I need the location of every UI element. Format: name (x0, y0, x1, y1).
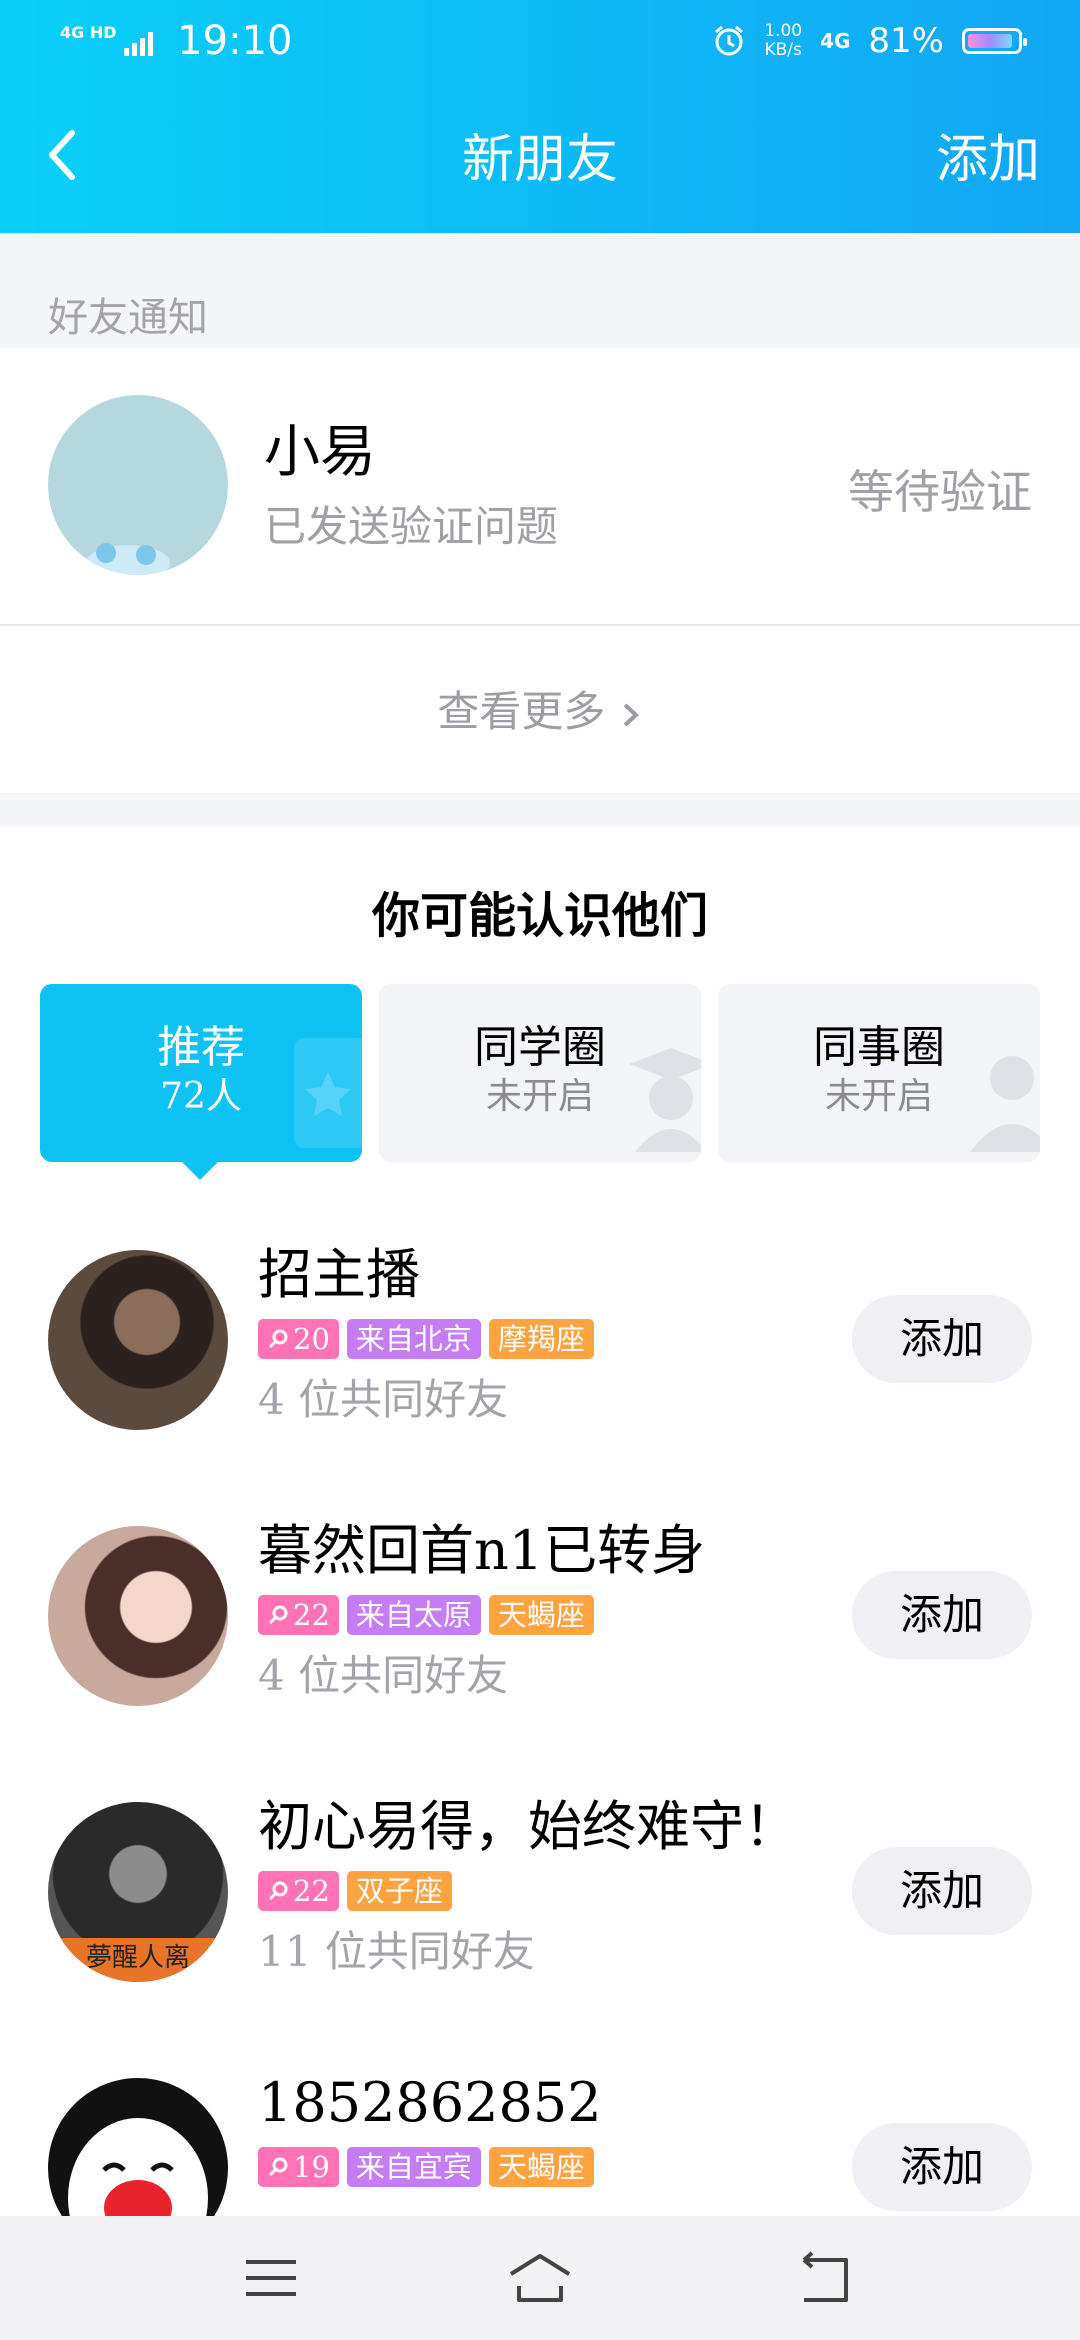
age-value: 20 (293, 1322, 330, 1356)
avatar-caption: 夢醒人离 (48, 1938, 228, 1982)
location-tag: 来自宜宾 (346, 2147, 481, 2187)
battery-fill (968, 34, 1012, 48)
notification-subtitle: 已发送验证问题 (264, 502, 559, 551)
tab-pointer (180, 1160, 220, 1180)
back-nav-icon[interactable] (790, 2246, 860, 2310)
tab-recommend[interactable]: 推荐 72人 (40, 984, 362, 1162)
status-time: 19:10 (177, 18, 293, 64)
age-value: 22 (293, 1598, 330, 1632)
tag-row: 19 来自宜宾 天蝎座 (258, 2147, 594, 2187)
list-item[interactable]: 暮然回首n1已转身 22 来自太原 天蝎座 4 位共同好友 添加 (0, 1496, 1080, 1736)
net-type: 4G (820, 29, 851, 53)
status-bar-left: 4G HD 19:10 (60, 16, 293, 66)
battery-percent: 81% (868, 21, 944, 61)
battery-icon (962, 28, 1027, 54)
age-tag: 22 (258, 1871, 339, 1911)
cartoon-face-icon (68, 2118, 208, 2216)
zodiac-tag: 摩羯座 (488, 1319, 594, 1359)
list-item[interactable]: 1852862852 19 来自宜宾 天蝎座 添加 (0, 2048, 1080, 2216)
section-label-friend-notifications: 好友通知 (48, 295, 208, 341)
network-speed: 1.00 KB/s (764, 22, 802, 60)
avatar[interactable] (48, 2078, 228, 2216)
speed-unit: KB/s (764, 40, 802, 60)
person-name: 招主播 (258, 1243, 420, 1306)
recommend-section: 你可能认识他们 推荐 72人 同学圈 未开启 同事圈 未开启 招主播 20 来自… (0, 826, 1080, 2216)
notification-status: 等待验证 (848, 465, 1032, 519)
location-tag: 来自太原 (346, 1595, 481, 1635)
divider (0, 624, 1080, 626)
mutual-friends: 11 位共同好友 (258, 1927, 535, 1976)
colleague-person-icon (970, 1056, 1040, 1152)
tag-row: 22 双子座 (258, 1871, 452, 1911)
add-button[interactable]: 添加 (852, 2123, 1032, 2211)
add-button[interactable]: 添加 (852, 1571, 1032, 1659)
gender-icon (268, 1329, 288, 1349)
chevron-right-icon (623, 703, 639, 727)
add-button[interactable]: 添加 (852, 1295, 1032, 1383)
graduation-cap-icon (629, 1048, 701, 1152)
age-tag: 22 (258, 1595, 339, 1635)
tab-colleagues[interactable]: 同事圈 未开启 (718, 984, 1040, 1162)
zodiac-tag: 天蝎座 (488, 2147, 594, 2187)
gender-icon (268, 1605, 288, 1625)
gender-icon (268, 2157, 288, 2177)
tab-classmates[interactable]: 同学圈 未开启 (379, 984, 701, 1162)
person-name: 初心易得，始终难守！ (258, 1795, 798, 1858)
menu-icon[interactable] (236, 2246, 306, 2310)
status-bar-right: 1.00 KB/s 4G 81% (712, 16, 1027, 66)
system-nav-bar (0, 2216, 1080, 2340)
avatar[interactable] (48, 1526, 228, 1706)
tag-row: 22 来自太原 天蝎座 (258, 1595, 594, 1635)
list-item[interactable]: 夢醒人离 初心易得，始终难守！ 22 双子座 11 位共同好友 添加 (0, 1772, 1080, 2012)
app-header: 4G HD 19:10 1.00 KB/s 4G 81% 新朋友 添加 (0, 0, 1080, 233)
age-tag: 20 (258, 1319, 339, 1359)
page-title: 新朋友 (461, 130, 618, 190)
speed-value: 1.00 (764, 21, 803, 41)
avatar[interactable] (48, 1250, 228, 1430)
network-label: 4G HD (60, 23, 117, 42)
age-tag: 19 (258, 2147, 339, 2187)
avatar-cartoon-icon (86, 543, 170, 575)
mutual-friends: 4 位共同好友 (258, 1651, 509, 1700)
gender-icon (268, 1881, 288, 1901)
zodiac-tag: 双子座 (346, 1871, 452, 1911)
tag-row: 20 来自北京 摩羯座 (258, 1319, 594, 1359)
list-item[interactable]: 招主播 20 来自北京 摩羯座 4 位共同好友 添加 (0, 1220, 1080, 1460)
location-tag: 来自北京 (346, 1319, 481, 1359)
alarm-icon (715, 25, 744, 56)
mutual-friends: 4 位共同好友 (258, 1375, 509, 1424)
age-value: 22 (293, 1874, 330, 1908)
person-name: 暮然回首n1已转身 (258, 1519, 706, 1582)
see-more-label: 查看更多 (437, 687, 606, 736)
avatar[interactable]: 夢醒人离 (48, 1802, 228, 1982)
home-icon[interactable] (505, 2246, 575, 2310)
recommend-title: 你可能认识他们 (371, 888, 708, 944)
friend-notification-card: 小易 已发送验证问题 等待验证 查看更多 (0, 348, 1080, 793)
avatar[interactable] (48, 395, 228, 575)
add-button[interactable]: 添加 (852, 1847, 1032, 1935)
see-more-link[interactable]: 查看更多 (0, 678, 1080, 739)
signal-icon: 4G HD (60, 24, 153, 56)
zodiac-tag: 天蝎座 (488, 1595, 594, 1635)
notification-name: 小易 (264, 420, 376, 485)
person-name: 1852862852 (258, 2071, 602, 2134)
age-value: 19 (293, 2150, 330, 2184)
add-friend-button[interactable]: 添加 (936, 120, 1040, 200)
star-card-icon (294, 1038, 362, 1148)
